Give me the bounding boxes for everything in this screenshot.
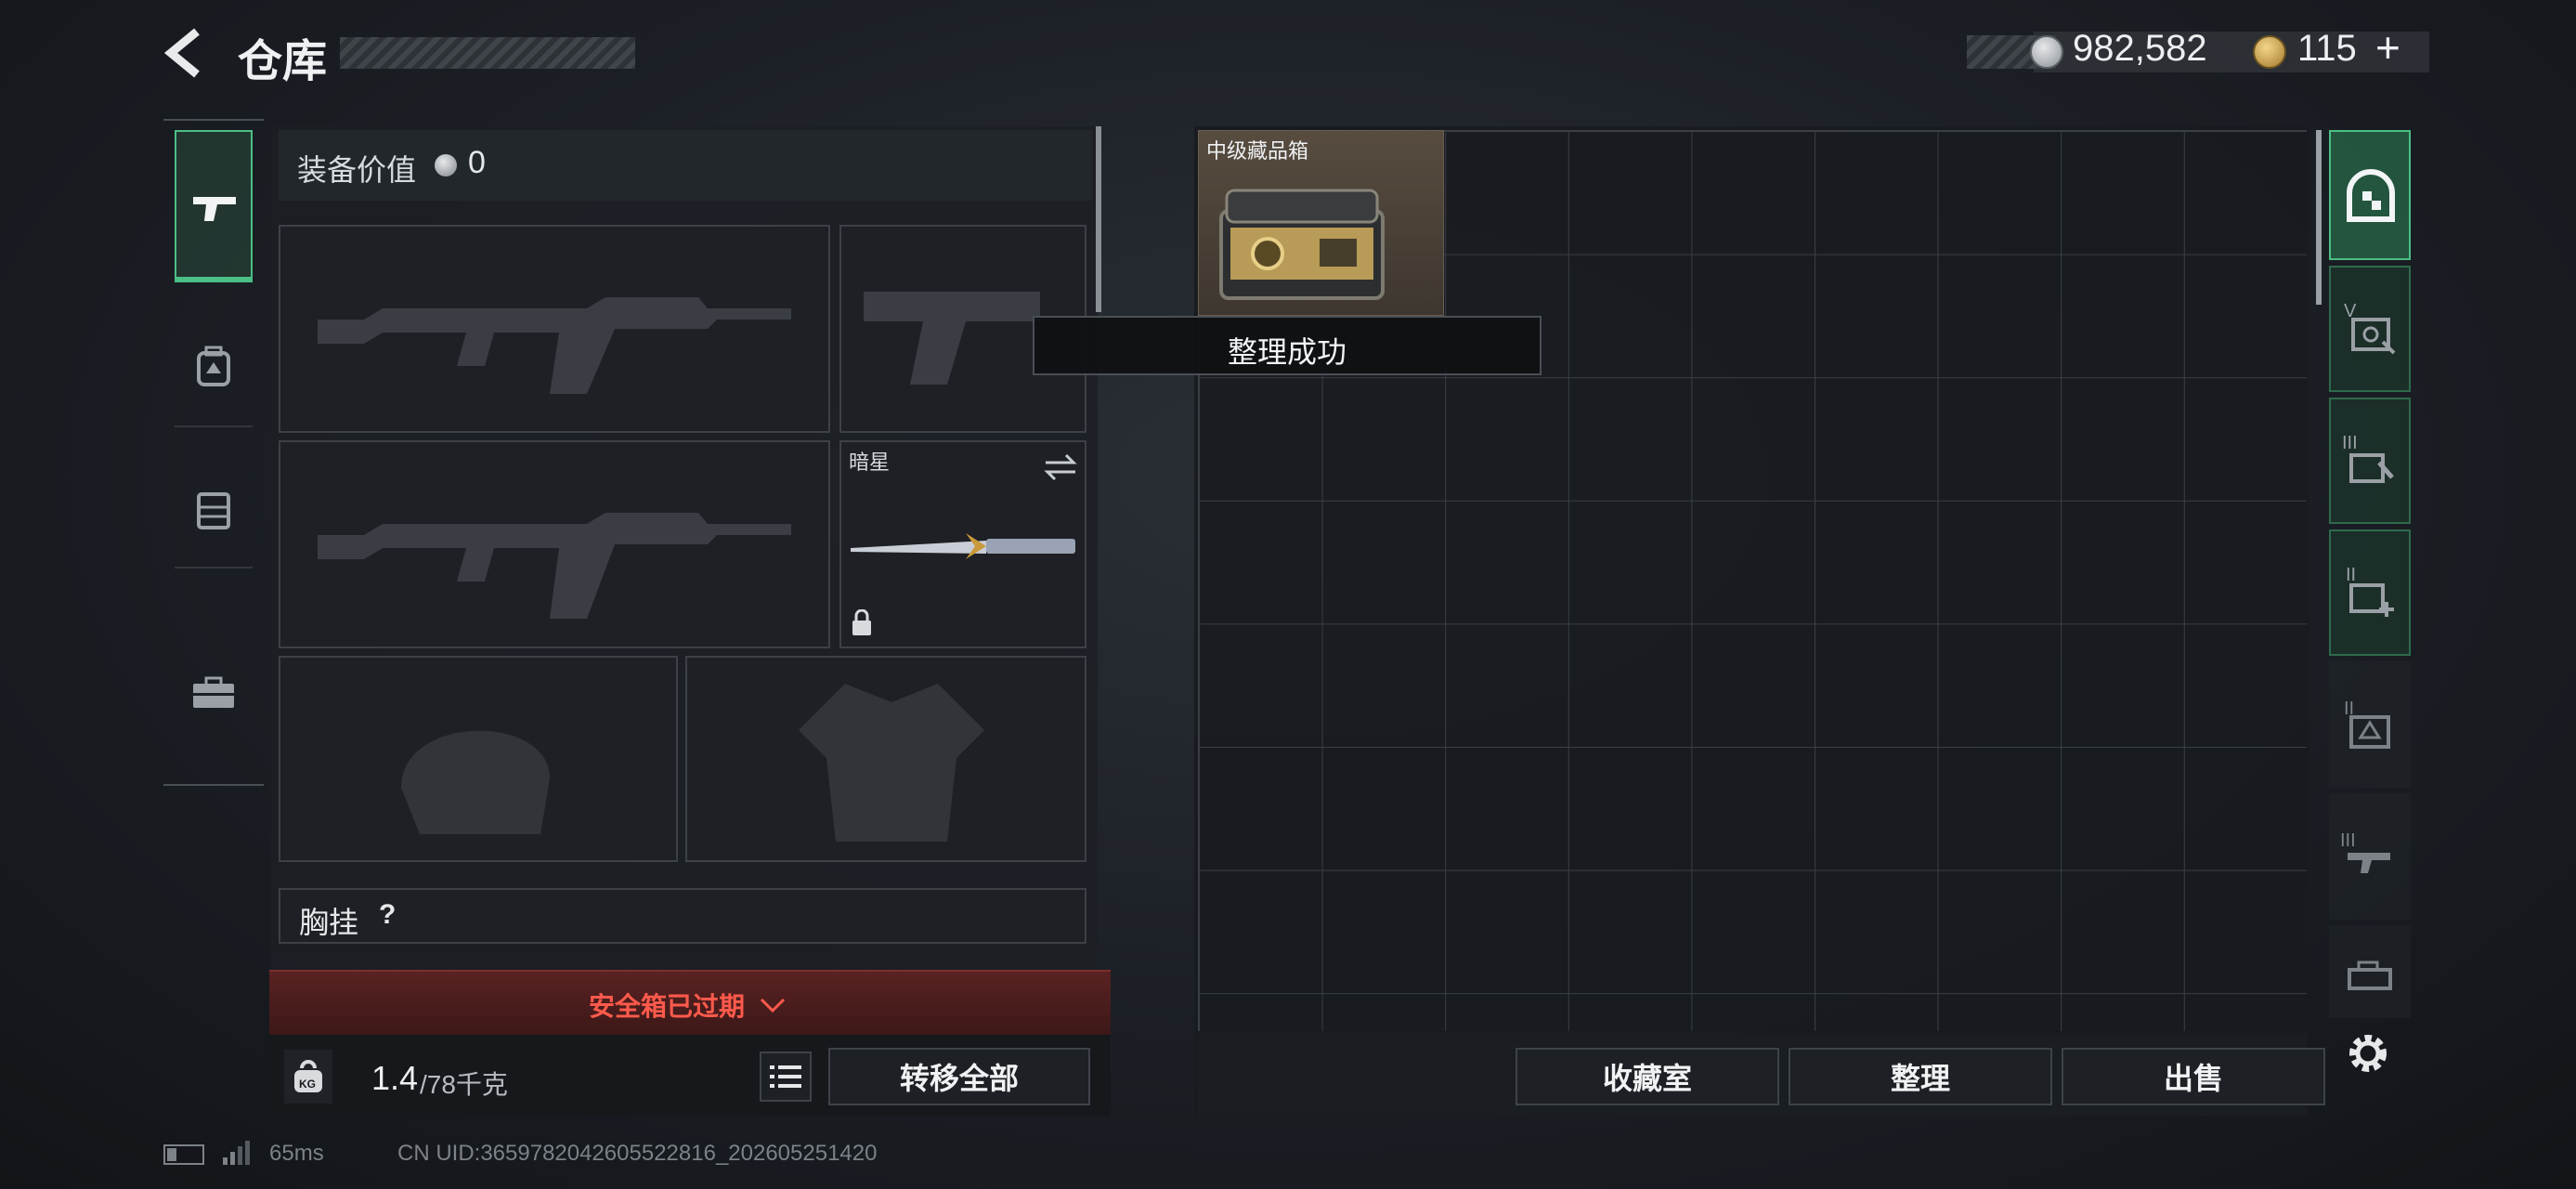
backpack-box-icon xyxy=(2349,715,2390,749)
weight-current: 1.4 xyxy=(371,1059,419,1097)
safe-box-status-text: 安全箱已过期 xyxy=(589,992,746,1021)
melee-slot[interactable]: 暗星 xyxy=(839,440,1086,648)
equip-value-label: 装备价值 xyxy=(297,153,417,187)
chest-rig-slot[interactable]: 胸挂 ? xyxy=(279,888,1086,944)
gear-icon xyxy=(2349,1035,2387,1072)
add-currency-button[interactable]: + xyxy=(2375,22,2400,72)
wrench-box-icon xyxy=(2349,453,2394,483)
battery-icon xyxy=(163,1144,204,1165)
chevron-down-icon xyxy=(760,998,786,1013)
helmet-slot[interactable] xyxy=(279,656,678,862)
toast-message: 整理成功 xyxy=(1033,316,1542,375)
gold-currency-value: 115 xyxy=(2297,28,2357,69)
primary-weapon-slot-2[interactable] xyxy=(279,440,830,648)
armor-slot[interactable] xyxy=(685,656,1086,862)
list-icon xyxy=(770,1065,801,1088)
side-tab-v-item[interactable]: V xyxy=(2329,266,2411,392)
title-decoration xyxy=(340,37,635,69)
collection-box-item[interactable]: 中级藏品箱 xyxy=(1198,130,1444,316)
box-icon xyxy=(2348,960,2392,990)
settings-button[interactable] xyxy=(2342,1027,2394,1079)
silver-coin-icon xyxy=(2030,35,2063,69)
armor-silhouette-icon xyxy=(799,684,984,842)
organize-button[interactable]: 整理 xyxy=(1789,1048,2052,1105)
equipment-scrollbar[interactable] xyxy=(1096,126,1101,312)
melee-item-label: 暗星 xyxy=(849,451,891,474)
toolbox-icon xyxy=(193,676,234,708)
equip-value: 0 xyxy=(468,145,486,180)
weight-max: /78千克 xyxy=(420,1070,508,1099)
weight-icon xyxy=(284,1050,332,1104)
medkit-icon xyxy=(2349,583,2394,617)
swap-icon[interactable] xyxy=(1042,451,1079,483)
crate-icon xyxy=(1219,189,1385,300)
rifle-silhouette-icon xyxy=(318,297,791,394)
side-tab-storage[interactable] xyxy=(2329,130,2411,260)
back-arrow-icon xyxy=(163,28,200,78)
pistol-icon xyxy=(193,197,236,221)
side-tab-misc[interactable] xyxy=(2329,925,2411,1018)
signal-icon xyxy=(223,1141,250,1165)
storage-scrollbar[interactable] xyxy=(2316,130,2322,305)
safe-box-status-bar[interactable]: 安全箱已过期 xyxy=(269,970,1111,1035)
vest-icon xyxy=(197,492,230,529)
uid-text: CN UID:3659782042605522816_202605251420 xyxy=(397,1141,878,1166)
back-button[interactable] xyxy=(160,26,208,80)
collection-room-button[interactable]: 收藏室 xyxy=(1516,1048,1779,1105)
transfer-all-button[interactable]: 转移全部 xyxy=(828,1048,1090,1105)
weight-unit-icon-label: KG xyxy=(299,1078,316,1091)
rifle-silhouette-icon xyxy=(318,513,791,619)
side-tab-ii-medical[interactable]: II xyxy=(2329,529,2411,656)
primary-weapon-slot-1[interactable] xyxy=(279,225,830,433)
side-tab-ii-gear[interactable]: II xyxy=(2329,661,2411,788)
side-tab-iii-weapon[interactable]: III xyxy=(2329,793,2411,920)
silver-coin-icon xyxy=(435,154,457,176)
tab-backpack[interactable] xyxy=(175,307,253,427)
tab-toolbox[interactable] xyxy=(175,628,253,749)
item-label: 中级藏品箱 xyxy=(1206,139,1309,163)
chest-rig-label: 胸挂 xyxy=(299,906,359,939)
side-tab-iii-item[interactable]: III xyxy=(2329,398,2411,524)
chest-rig-help-button[interactable]: ? xyxy=(379,899,396,931)
toast-text: 整理成功 xyxy=(1228,335,1347,369)
ping-value: 65ms xyxy=(269,1141,324,1166)
tab-vest[interactable] xyxy=(175,448,253,568)
gold-coin-icon xyxy=(2253,35,2286,69)
safe-icon xyxy=(2347,169,2395,222)
lock-icon xyxy=(852,609,871,635)
page-title: 仓库 xyxy=(238,37,328,86)
safe-box-icon xyxy=(2351,318,2396,355)
silver-currency-value: 982,582 xyxy=(2073,28,2207,69)
gun-box-icon xyxy=(2348,853,2390,873)
sell-button[interactable]: 出售 xyxy=(2062,1048,2325,1105)
list-view-button[interactable] xyxy=(760,1052,812,1102)
backpack-icon xyxy=(197,346,230,386)
knife-icon xyxy=(851,533,1075,559)
helmet-silhouette-icon xyxy=(401,730,550,834)
tab-weapons[interactable] xyxy=(175,130,253,282)
